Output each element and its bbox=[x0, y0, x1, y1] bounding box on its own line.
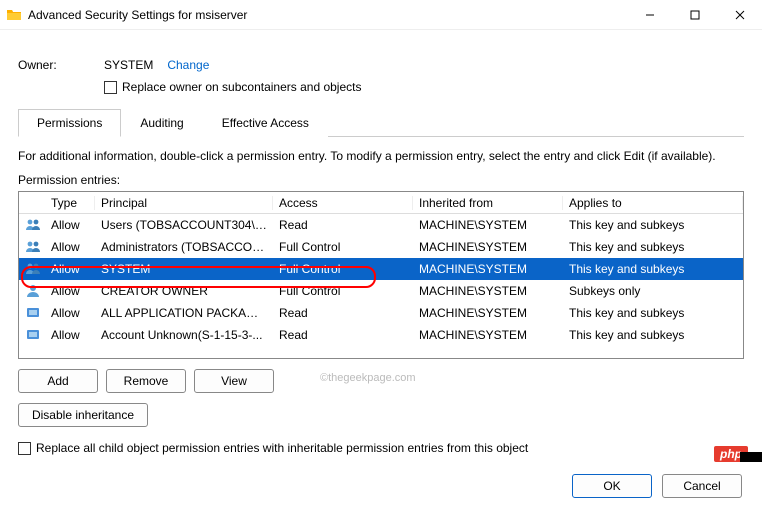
cell-type: Allow bbox=[45, 328, 95, 342]
replace-owner-checkbox[interactable] bbox=[104, 81, 117, 94]
permission-grid: Type Principal Access Inherited from App… bbox=[18, 191, 744, 359]
principal-icon bbox=[23, 327, 45, 343]
cell-inherited: MACHINE\SYSTEM bbox=[413, 328, 563, 342]
info-text: For additional information, double-click… bbox=[18, 149, 744, 163]
col-principal[interactable]: Principal bbox=[95, 196, 273, 210]
cell-principal: Administrators (TOBSACCOU... bbox=[95, 240, 273, 254]
table-row[interactable]: AllowAdministrators (TOBSACCOU...Full Co… bbox=[19, 236, 743, 258]
tabs: Permissions Auditing Effective Access bbox=[18, 108, 744, 137]
cell-applies: This key and subkeys bbox=[563, 240, 743, 254]
table-row[interactable]: AllowALL APPLICATION PACKAGESReadMACHINE… bbox=[19, 302, 743, 324]
cancel-button[interactable]: Cancel bbox=[662, 474, 742, 498]
col-access[interactable]: Access bbox=[273, 196, 413, 210]
col-applies[interactable]: Applies to bbox=[563, 196, 743, 210]
cell-inherited: MACHINE\SYSTEM bbox=[413, 218, 563, 232]
principal-icon bbox=[23, 217, 45, 233]
minimize-button[interactable] bbox=[627, 0, 672, 30]
col-inherited[interactable]: Inherited from bbox=[413, 196, 563, 210]
replace-owner-row: Replace owner on subcontainers and objec… bbox=[104, 80, 744, 94]
cell-principal: ALL APPLICATION PACKAGES bbox=[95, 306, 273, 320]
remove-button[interactable]: Remove bbox=[106, 369, 186, 393]
cell-type: Allow bbox=[45, 262, 95, 276]
cell-type: Allow bbox=[45, 306, 95, 320]
cell-inherited: MACHINE\SYSTEM bbox=[413, 240, 563, 254]
table-row[interactable]: AllowSYSTEMFull ControlMACHINE\SYSTEMThi… bbox=[19, 258, 743, 280]
tab-effective-access[interactable]: Effective Access bbox=[203, 109, 328, 137]
ok-button[interactable]: OK bbox=[572, 474, 652, 498]
cell-inherited: MACHINE\SYSTEM bbox=[413, 262, 563, 276]
titlebar: Advanced Security Settings for msiserver bbox=[0, 0, 762, 30]
table-row[interactable]: AllowCREATOR OWNERFull ControlMACHINE\SY… bbox=[19, 280, 743, 302]
cell-access: Read bbox=[273, 218, 413, 232]
cell-access: Read bbox=[273, 328, 413, 342]
cell-type: Allow bbox=[45, 218, 95, 232]
cell-access: Full Control bbox=[273, 262, 413, 276]
tab-permissions[interactable]: Permissions bbox=[18, 109, 121, 137]
cell-applies: This key and subkeys bbox=[563, 306, 743, 320]
cell-applies: Subkeys only bbox=[563, 284, 743, 298]
cell-type: Allow bbox=[45, 284, 95, 298]
replace-all-checkbox[interactable] bbox=[18, 442, 31, 455]
entries-label: Permission entries: bbox=[18, 173, 744, 187]
cell-access: Read bbox=[273, 306, 413, 320]
cell-applies: This key and subkeys bbox=[563, 218, 743, 232]
principal-icon bbox=[23, 283, 45, 299]
add-button[interactable]: Add bbox=[18, 369, 98, 393]
replace-all-row: Replace all child object permission entr… bbox=[18, 441, 744, 455]
change-owner-link[interactable]: Change bbox=[167, 58, 209, 72]
owner-row: Owner: SYSTEM Change bbox=[18, 58, 744, 72]
disable-inheritance-button[interactable]: Disable inheritance bbox=[18, 403, 148, 427]
table-row[interactable]: AllowUsers (TOBSACCOUNT304\Us...ReadMACH… bbox=[19, 214, 743, 236]
cell-applies: This key and subkeys bbox=[563, 328, 743, 342]
view-button[interactable]: View bbox=[194, 369, 274, 393]
folder-icon bbox=[6, 7, 22, 23]
cell-principal: SYSTEM bbox=[95, 262, 273, 276]
cell-access: Full Control bbox=[273, 284, 413, 298]
close-button[interactable] bbox=[717, 0, 762, 30]
cell-principal: CREATOR OWNER bbox=[95, 284, 273, 298]
replace-owner-label: Replace owner on subcontainers and objec… bbox=[122, 80, 361, 94]
principal-icon bbox=[23, 261, 45, 277]
grid-header: Type Principal Access Inherited from App… bbox=[19, 192, 743, 214]
cell-inherited: MACHINE\SYSTEM bbox=[413, 284, 563, 298]
replace-all-label: Replace all child object permission entr… bbox=[36, 441, 528, 455]
cell-inherited: MACHINE\SYSTEM bbox=[413, 306, 563, 320]
col-type[interactable]: Type bbox=[45, 196, 95, 210]
owner-value: SYSTEM bbox=[104, 58, 153, 72]
cell-type: Allow bbox=[45, 240, 95, 254]
window-title: Advanced Security Settings for msiserver bbox=[28, 8, 627, 22]
black-bar bbox=[740, 452, 762, 462]
principal-icon bbox=[23, 239, 45, 255]
table-row[interactable]: AllowAccount Unknown(S-1-15-3-...ReadMAC… bbox=[19, 324, 743, 346]
cell-applies: This key and subkeys bbox=[563, 262, 743, 276]
owner-label: Owner: bbox=[18, 58, 104, 72]
maximize-button[interactable] bbox=[672, 0, 717, 30]
tab-auditing[interactable]: Auditing bbox=[121, 109, 202, 137]
cell-principal: Account Unknown(S-1-15-3-... bbox=[95, 328, 273, 342]
principal-icon bbox=[23, 305, 45, 321]
cell-principal: Users (TOBSACCOUNT304\Us... bbox=[95, 218, 273, 232]
cell-access: Full Control bbox=[273, 240, 413, 254]
